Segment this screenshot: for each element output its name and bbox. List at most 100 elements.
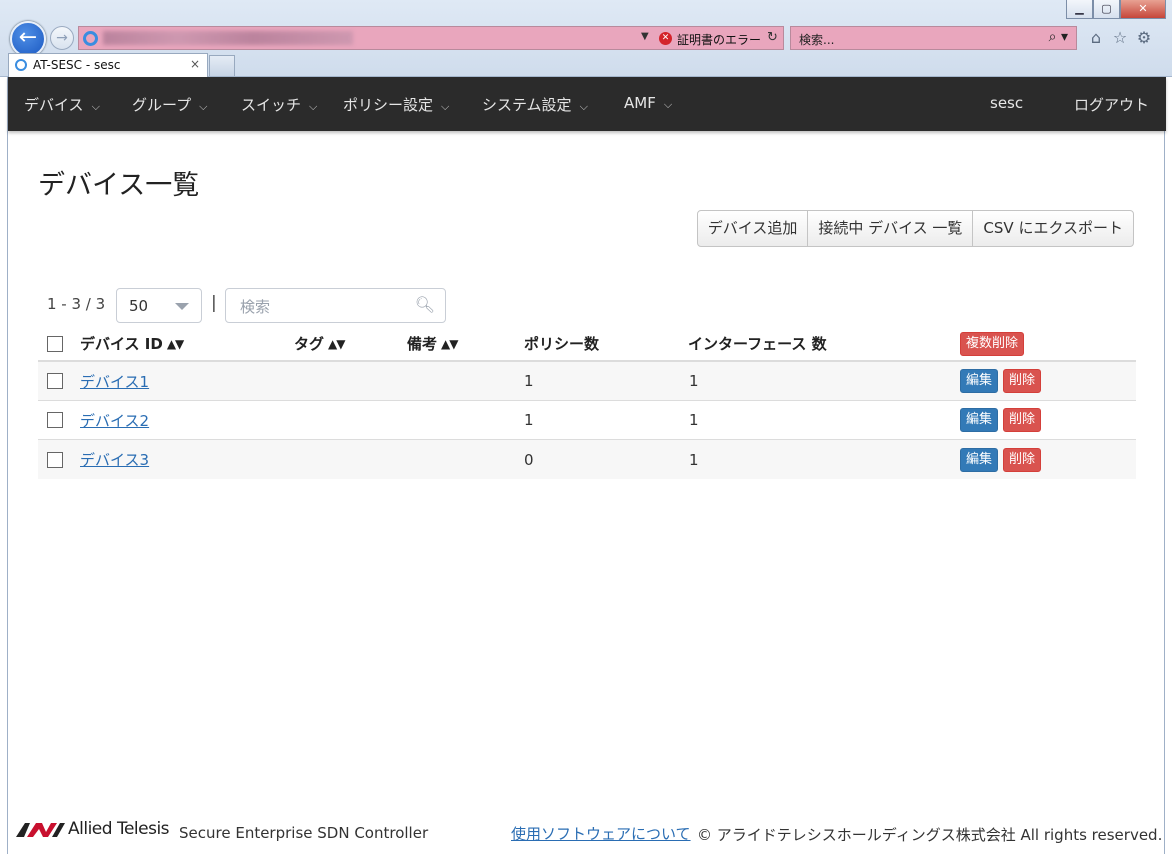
home-icon[interactable]: ⌂ [1088,28,1104,47]
logout-link[interactable]: ログアウト [1074,94,1149,115]
page-actions: デバイス追加 接続中 デバイス 一覧 CSV にエクスポート [696,210,1134,247]
settings-gear-icon[interactable]: ⚙ [1136,28,1152,47]
nav-policy-settings[interactable]: ポリシー設定 ⌵ [343,94,449,115]
col-tag[interactable]: タグ ▲▼ [294,327,346,360]
interface-count-cell: 1 [689,411,699,429]
nav-switches[interactable]: スイッチ ⌵ [241,94,317,115]
maximize-icon[interactable]: ▢ [1093,0,1120,19]
search-input[interactable] [238,297,408,317]
device-table: デバイス ID ▲▼ タグ ▲▼ 備考 ▲▼ ポリシー数 インターフェース 数 複数削… [38,327,1136,479]
tab-title: AT-SESC - sesc [33,58,121,72]
delete-button[interactable]: 削除 [1003,408,1042,432]
toolbar-separator: | [211,293,217,313]
nav-groups[interactable]: グループ ⌵ [132,94,207,115]
search-dropdown-icon[interactable]: ⌕ ▾ [1049,29,1068,45]
nav-system-settings[interactable]: システム設定 ⌵ [482,94,588,115]
nav-label: スイッチ [241,96,302,114]
minimize-icon[interactable]: ▁ [1066,0,1093,19]
col-note-label: 備考 [407,335,438,353]
add-device-button[interactable]: デバイス追加 [698,211,808,246]
chevron-down-icon: ⌵ [309,100,318,113]
col-device-id-label: デバイス ID [80,335,163,353]
nav-label: AMF [624,94,656,112]
row-checkbox[interactable] [47,412,63,428]
edit-button[interactable]: 編集 [960,369,999,393]
col-device-id[interactable]: デバイス ID ▲▼ [80,327,184,360]
nav-label: グループ [132,96,192,114]
export-csv-button[interactable]: CSV にエクスポート [972,211,1133,246]
cert-error-icon[interactable]: ✕ [659,32,672,45]
tab-ie-icon [15,59,27,71]
nav-label: デバイス [24,96,84,114]
interface-count-cell: 1 [689,450,699,469]
row-actions: 編集 削除 [960,362,1046,400]
address-dropdown-icon[interactable]: ▼ [641,31,649,42]
close-window-icon[interactable]: ✕ [1120,0,1166,19]
table-row: デバイス1 1 1 編集 削除 [38,362,1136,401]
app-viewport: デバイス ⌵ グループ ⌵ スイッチ ⌵ ポリシー設定 ⌵ システム設定 ⌵ AMF ⌵ s… [7,77,1166,854]
delete-button[interactable]: 削除 [1003,447,1042,472]
favorites-star-icon[interactable]: ☆ [1112,28,1128,47]
caret-down-icon [175,303,189,310]
copyright-text: © アライドテレシスホールディングス株式会社 All rights reserv… [697,826,1163,844]
connected-devices-button[interactable]: 接続中 デバイス 一覧 [807,211,972,246]
edit-button[interactable]: 編集 [960,447,999,472]
nav-label: ポリシー設定 [343,96,434,114]
browser-toolbar-icons: ⌂ ☆ ⚙ [1088,28,1152,47]
software-info-link[interactable]: 使用ソフトウェアについて [511,823,691,844]
device-search[interactable]: 🔍︎ [225,288,446,323]
company-logo-text: Allied Telesis [68,819,170,839]
sort-icon: ▲▼ [166,336,184,351]
interface-count-cell: 1 [689,372,699,390]
col-note[interactable]: 備考 ▲▼ [407,327,459,360]
nav-devices[interactable]: デバイス ⌵ [24,94,100,115]
allied-telesis-logo-icon [16,823,65,837]
device-link[interactable]: デバイス2 [80,410,149,431]
device-link[interactable]: デバイス1 [80,371,149,392]
table-header: デバイス ID ▲▼ タグ ▲▼ 備考 ▲▼ ポリシー数 インターフェース 数 複数削… [38,327,1136,362]
bulk-delete-cell: 複数削除 [960,327,1029,360]
col-interface-count: インターフェース 数 [688,335,827,353]
col-policy-count: ポリシー数 [524,335,600,353]
chevron-down-icon: ⌵ [199,100,208,113]
browser-search-box[interactable]: 検索... ⌕ ▾ [790,26,1077,50]
refresh-icon[interactable]: ↻ [767,30,778,45]
nav-label: システム設定 [482,96,572,114]
product-name: Secure Enterprise SDN Controller [179,824,429,842]
select-all-checkbox[interactable] [47,335,63,352]
device-link[interactable]: デバイス3 [80,449,149,470]
top-navbar: デバイス ⌵ グループ ⌵ スイッチ ⌵ ポリシー設定 ⌵ システム設定 ⌵ AMF ⌵ s… [8,77,1166,131]
policy-count-cell: 0 [524,450,534,469]
back-arrow-icon[interactable]: ← [10,21,46,57]
policy-count-cell: 1 [524,372,534,390]
tab-close-icon[interactable]: × [190,57,200,71]
chevron-down-icon: ⌵ [663,98,673,111]
per-page-value: 50 [129,297,149,315]
search-icon: 🔍︎ [414,295,435,314]
col-tag-label: タグ [294,335,325,353]
nav-amf[interactable]: AMF ⌵ [624,94,672,112]
row-checkbox[interactable] [47,373,63,389]
delete-button[interactable]: 削除 [1003,369,1042,393]
sort-icon: ▲▼ [441,336,458,351]
window-controls: ▁ ▢ ✕ [1066,0,1166,19]
per-page-select[interactable]: 50 [116,288,202,323]
edit-button[interactable]: 編集 [960,408,999,432]
row-checkbox[interactable] [47,451,63,468]
chevron-down-icon: ⌵ [579,100,588,113]
address-url-blurred [103,31,353,45]
sort-icon: ▲▼ [328,336,345,351]
bulk-delete-button[interactable]: 複数削除 [960,331,1025,356]
pagination-range: 1 - 3 / 3 [47,295,106,313]
browser-tab[interactable]: AT-SESC - sesc × [8,53,208,77]
nav-user[interactable]: sesc [990,94,1023,112]
new-tab-button[interactable] [209,55,235,76]
table-row: デバイス2 1 1 編集 削除 [38,401,1136,440]
chevron-down-icon: ⌵ [91,100,100,113]
policy-count-cell: 1 [524,411,534,429]
browser-search-placeholder: 検索... [799,33,835,47]
forward-arrow-icon[interactable]: → [50,26,74,50]
address-bar[interactable]: ▼ ✕ 証明書のエラー ↻ [78,26,784,50]
cert-error-text[interactable]: 証明書のエラー [677,31,761,48]
page-footer: Allied Telesis Secure Enterprise SDN Con… [8,817,1166,854]
